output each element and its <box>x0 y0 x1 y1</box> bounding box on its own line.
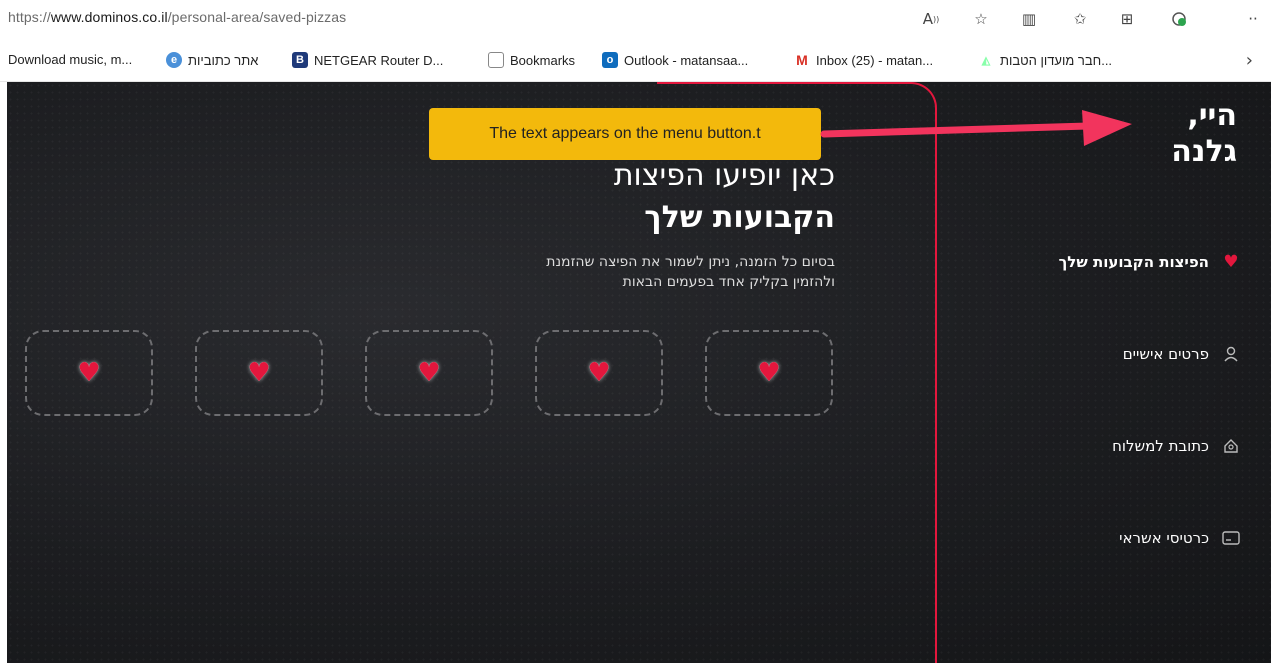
bookmark-download-music[interactable]: Download music, m... <box>8 52 132 67</box>
decor-line-vertical <box>935 120 937 663</box>
globe-icon: e <box>166 52 182 68</box>
favorite-star-icon[interactable]: ☆ <box>970 8 992 30</box>
user-greeting: היי, גלנה <box>1171 98 1237 169</box>
heart-icon: ♥ <box>587 358 611 388</box>
chevron-right-icon[interactable]: › <box>1246 50 1253 71</box>
bookmark-gmail[interactable]: M Inbox (25) - matan... <box>794 52 933 68</box>
heart-icon: ♥ <box>757 358 781 388</box>
person-icon <box>1221 344 1241 364</box>
saved-pizza-slot[interactable]: ♥ <box>195 330 323 416</box>
heart-icon: ♥ <box>1223 252 1239 272</box>
bookmarks-bar: Download music, m... e אתר כתוביות B NETGE… <box>0 40 1271 82</box>
personal-area-page: היי, גלנה ♥ הפיצות הקבועות שלך פרטים איש… <box>7 82 1271 663</box>
collections-icon[interactable]: ⊞ <box>1116 8 1138 30</box>
page-title-line2: הקבועות שלך <box>644 200 835 235</box>
menu-item-delivery-address[interactable]: כתובת למשלוח <box>1112 436 1241 456</box>
menu-item-saved-pizzas[interactable]: ♥ הפיצות הקבועות שלך <box>1059 252 1241 272</box>
club-icon: ◭ <box>978 52 994 68</box>
heart-icon: ♥ <box>77 358 101 388</box>
page-icon <box>488 52 504 68</box>
saved-pizza-slot[interactable]: ♥ <box>25 330 153 416</box>
extension-icon[interactable] <box>1168 8 1190 30</box>
bookmark-subtitles[interactable]: e אתר כתוביות <box>166 52 258 68</box>
home-icon <box>1221 436 1241 456</box>
saved-pizza-slot[interactable]: ♥ <box>365 330 493 416</box>
url-text[interactable]: https://www.dominos.co.il/personal-area/… <box>8 9 346 25</box>
saved-pizza-slot[interactable]: ♥ <box>705 330 833 416</box>
favorites-icon[interactable]: ✩ <box>1069 8 1091 30</box>
more-icon[interactable]: ·· <box>1242 8 1264 30</box>
address-bar[interactable]: https://www.dominos.co.il/personal-area/… <box>0 0 1271 40</box>
heart-icon: ♥ <box>417 358 441 388</box>
card-icon <box>1221 528 1241 548</box>
heart-icon: ♥ <box>247 358 271 388</box>
bookmark-outlook[interactable]: o Outlook - matansaa... <box>602 52 748 68</box>
read-aloud-icon[interactable]: A)) <box>920 8 942 30</box>
annotation-arrow-icon <box>820 110 1132 146</box>
gmail-icon: M <box>794 52 810 68</box>
split-screen-icon[interactable]: ▥ <box>1018 8 1040 30</box>
page-title-line1: כאן יופיעו הפיצות <box>613 158 835 193</box>
menu-item-credit-cards[interactable]: כרטיסי אשראי <box>1119 528 1241 548</box>
saved-pizza-slot[interactable]: ♥ <box>535 330 663 416</box>
bookmark-netgear[interactable]: B NETGEAR Router D... <box>292 52 443 68</box>
bookmark-bookmarks[interactable]: Bookmarks <box>488 52 575 68</box>
menu-item-personal-details[interactable]: פרטים אישיים <box>1123 344 1241 364</box>
annotation-callout: The text appears on the menu button.t <box>429 108 821 160</box>
page-subtitle: בסיום כל הזמנה, ניתן לשמור את הפיצה שהזמ… <box>546 254 835 290</box>
netgear-icon: B <box>292 52 308 68</box>
bookmark-club[interactable]: ◭ חבר מועדון הטבות... <box>978 52 1112 68</box>
outlook-icon: o <box>602 52 618 68</box>
